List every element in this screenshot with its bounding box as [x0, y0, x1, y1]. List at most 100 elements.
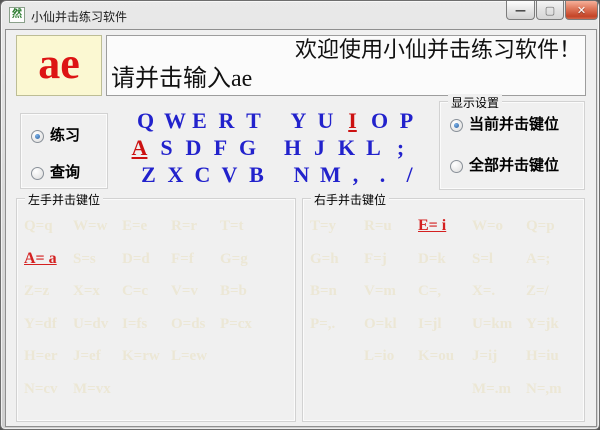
key-Q: Q: [137, 108, 155, 133]
mapping-Bn: B=n: [310, 283, 337, 299]
key-/: /: [406, 162, 413, 187]
key-J: J: [314, 135, 325, 160]
key-L: L: [366, 135, 381, 160]
minimize-button[interactable]: —: [506, 1, 535, 20]
mapping-Tt: T=t: [220, 218, 244, 234]
mapping-C: C=,: [418, 283, 442, 299]
radio-query-mode[interactable]: 查询: [31, 164, 80, 182]
mapping-Krw: K=rw: [122, 348, 160, 364]
mapping-Qp: Q=p: [526, 218, 555, 234]
radio-query-label: 查询: [50, 165, 81, 181]
left-hand-mapping-grid: Q=q W=w E=e R=r T=t A= a S=s D=d F=f G=g Z=z X=x C=c…: [24, 216, 269, 411]
title-bar[interactable]: 然 小仙并击练习软件 — ▢ ✕: [1, 1, 599, 29]
mapping-Pcx: P=cx: [220, 315, 252, 332]
mapping-A: A=;: [526, 250, 551, 267]
key-A: A: [131, 135, 148, 160]
key-V: V: [221, 162, 238, 187]
mapping-empty: [310, 346, 364, 379]
right-hand-mapping-grid: T=y R=u E= i W=o Q=p G=h F=j D=k S=l A=; B=n V=m C=,…: [310, 216, 580, 411]
left-hand-title: 左手并击键位: [25, 191, 104, 208]
radio-all-chord-keys[interactable]: 全部并击键位: [450, 157, 559, 175]
minimize-icon: —: [515, 4, 526, 17]
mapping-Nm: N=,m: [526, 380, 562, 397]
close-icon: ✕: [576, 4, 587, 17]
right-hand-title: 右手并击键位: [311, 191, 390, 208]
key-G: G: [239, 135, 257, 160]
mapping-empty: [122, 379, 171, 412]
mapping-Ei: E= i: [418, 217, 447, 234]
mapping-Ods: O=ds: [171, 315, 206, 332]
mapping-Vm: V=m: [364, 283, 396, 299]
mapping-Ydf: Y=df: [24, 315, 57, 332]
key-;: ;: [396, 135, 405, 160]
key-T: T: [246, 108, 261, 133]
mapping-Zz: Z=z: [24, 283, 50, 299]
mapping-Mvx: M=vx: [73, 380, 111, 397]
mapping-Ss: S=s: [73, 250, 96, 267]
key-R: R: [218, 108, 235, 133]
keyboard-display: Q W E R T Y U I O P A S D F G H J K L; Z X C V B N M,. /: [111, 104, 437, 190]
mapping-Cc: C=c: [122, 283, 149, 299]
key-W: W: [164, 108, 186, 133]
app-icon: 然: [9, 7, 25, 23]
display-settings-groupbox: 显示设置 当前并击键位 全部并击键位: [439, 94, 585, 190]
radio-practice-label: 练习: [50, 128, 81, 144]
key-C: C: [194, 162, 211, 187]
maximize-button[interactable]: ▢: [536, 1, 564, 20]
mapping-Xx: X=x: [73, 283, 100, 299]
mapping-Gh: G=h: [310, 250, 339, 267]
keyboard-row: Z X C V B N M,. /: [121, 161, 437, 188]
mapping-Lew: L=ew: [171, 348, 208, 364]
key-K: K: [338, 135, 356, 160]
mapping-empty: [220, 379, 269, 412]
mapping-Ww: W=w: [73, 218, 108, 234]
mapping-Jef: J=ef: [73, 348, 101, 364]
left-hand-groupbox: 左手并击键位 Q=q W=w E=e R=r T=t A= a S=s D=d F=f G=g Z=…: [16, 191, 296, 422]
mapping-Aa: A= a: [24, 249, 57, 267]
mapping-empty: [310, 379, 364, 412]
mapping-Ty: T=y: [310, 218, 337, 234]
mapping-P: P=,.: [310, 315, 336, 332]
mapping-X: X=.: [472, 283, 496, 299]
mapping-Okl: O=kl: [364, 315, 397, 332]
radio-button-icon[interactable]: [31, 129, 44, 143]
mapping-Fj: F=j: [364, 250, 387, 267]
typing-input-display[interactable]: 请并击输入ae: [106, 64, 586, 96]
radio-button-icon[interactable]: [31, 166, 44, 180]
radio-button-icon[interactable]: [450, 118, 463, 132]
mapping-Ijl: I=jl: [418, 315, 442, 332]
radio-button-icon[interactable]: [450, 159, 463, 173]
mapping-Vv: V=v: [171, 283, 198, 299]
mapping-Ifs: I=fs: [122, 315, 148, 332]
mapping-Z: Z=/: [526, 283, 549, 299]
right-hand-groupbox: 右手并击键位 T=y R=u E= i W=o Q=p G=h F=j D=k S=l A=; B=…: [302, 191, 585, 422]
mapping-Udv: U=dv: [73, 315, 109, 332]
mapping-Ff: F=f: [171, 250, 194, 267]
close-button[interactable]: ✕: [565, 1, 598, 20]
mapping-Qq: Q=q: [24, 218, 53, 234]
mapping-Jij: J=ij: [472, 348, 498, 364]
key-.: .: [379, 162, 386, 187]
window-title: 小仙并击练习软件: [31, 10, 128, 24]
key-X: X: [167, 162, 184, 187]
key-Z: Z: [141, 162, 156, 187]
radio-current-chord-keys[interactable]: 当前并击键位: [450, 116, 559, 134]
radio-practice-mode[interactable]: 练习: [31, 127, 80, 145]
mapping-Kou: K=ou: [418, 348, 455, 364]
app-window: 然 小仙并击练习软件 — ▢ ✕ ae 欢迎使用小仙并击练习软件！ 请并击输入a…: [0, 0, 600, 430]
radio-current-chord-label: 当前并击键位: [469, 117, 560, 133]
current-syllable-display: ae: [16, 35, 102, 96]
mapping-empty: [364, 379, 418, 412]
key-M: M: [320, 162, 341, 187]
key-S: S: [160, 135, 173, 160]
client-area: ae 欢迎使用小仙并击练习软件！ 请并击输入ae 练习 查询 QWERTYUIO…: [5, 29, 597, 427]
mapping-empty: [220, 346, 269, 379]
mapping-empty: [418, 379, 472, 412]
key-E: E: [192, 108, 207, 133]
mapping-Dd: D=d: [122, 250, 150, 267]
mapping-Gg: G=g: [220, 250, 248, 267]
key-B: B: [249, 162, 264, 187]
mapping-empty: [171, 379, 220, 412]
mapping-Lio: L=io: [364, 348, 395, 364]
key-O: O: [371, 108, 389, 133]
